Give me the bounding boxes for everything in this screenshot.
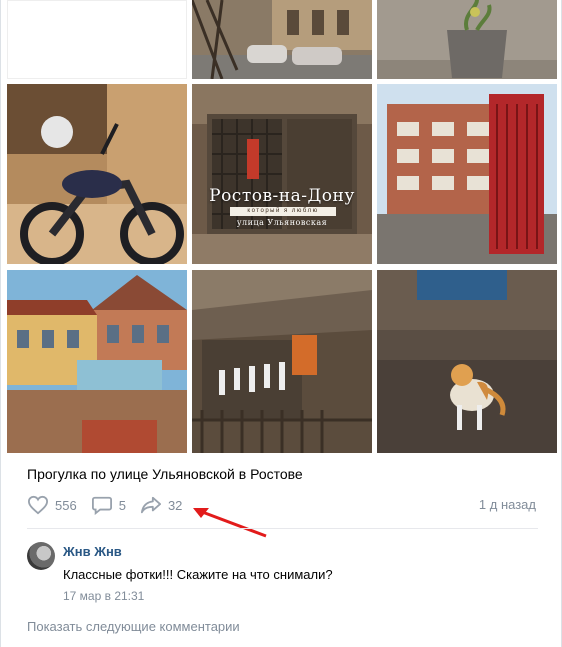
photo-6[interactable]: [377, 84, 557, 264]
post-text: Прогулка по улице Ульяновской в Ростове: [27, 466, 303, 482]
share-icon: [140, 496, 161, 514]
photo-overlay-subtitle: улица Ульяновская: [236, 218, 328, 227]
like-count: 556: [55, 497, 77, 513]
photo-5[interactable]: Ростов-на-Дону который я люблю улица Уль…: [192, 84, 372, 264]
comment-button[interactable]: 5: [91, 495, 126, 515]
photo-3[interactable]: [377, 0, 557, 79]
post-time[interactable]: 1 д назад: [479, 497, 536, 512]
comment-author[interactable]: Жнв Жнв: [63, 544, 122, 559]
photo-7[interactable]: [7, 270, 187, 453]
photo-1[interactable]: [7, 0, 187, 79]
photo-8[interactable]: [192, 270, 372, 453]
avatar[interactable]: [27, 542, 55, 570]
comment-text: Классные фотки!!! Скажите на что снимали…: [63, 567, 333, 582]
photo-overlay-band: который я люблю: [230, 207, 336, 216]
annotation-arrow: [193, 508, 267, 538]
heart-icon: [27, 495, 49, 515]
comment-icon: [91, 496, 112, 515]
photo-grid: Ростов-на-Дону который я люблю улица Уль…: [7, 0, 557, 453]
comment-count: 5: [118, 497, 126, 513]
comment-date[interactable]: 17 мар в 21:31: [63, 589, 144, 603]
comments-divider: [27, 528, 538, 529]
photo-2[interactable]: [192, 0, 372, 79]
show-more-comments-link[interactable]: Показать следующие комментарии: [27, 619, 240, 634]
photo-overlay-title: Ростов-на-Дону: [209, 186, 355, 206]
photo-4[interactable]: [7, 84, 187, 264]
post-card: Ростов-на-Дону который я люблю улица Уль…: [0, 0, 562, 647]
photo-9[interactable]: [377, 270, 557, 453]
post-actions: 556 5 32: [27, 494, 196, 516]
share-button[interactable]: 32: [140, 495, 182, 515]
like-button[interactable]: 556: [27, 495, 77, 515]
